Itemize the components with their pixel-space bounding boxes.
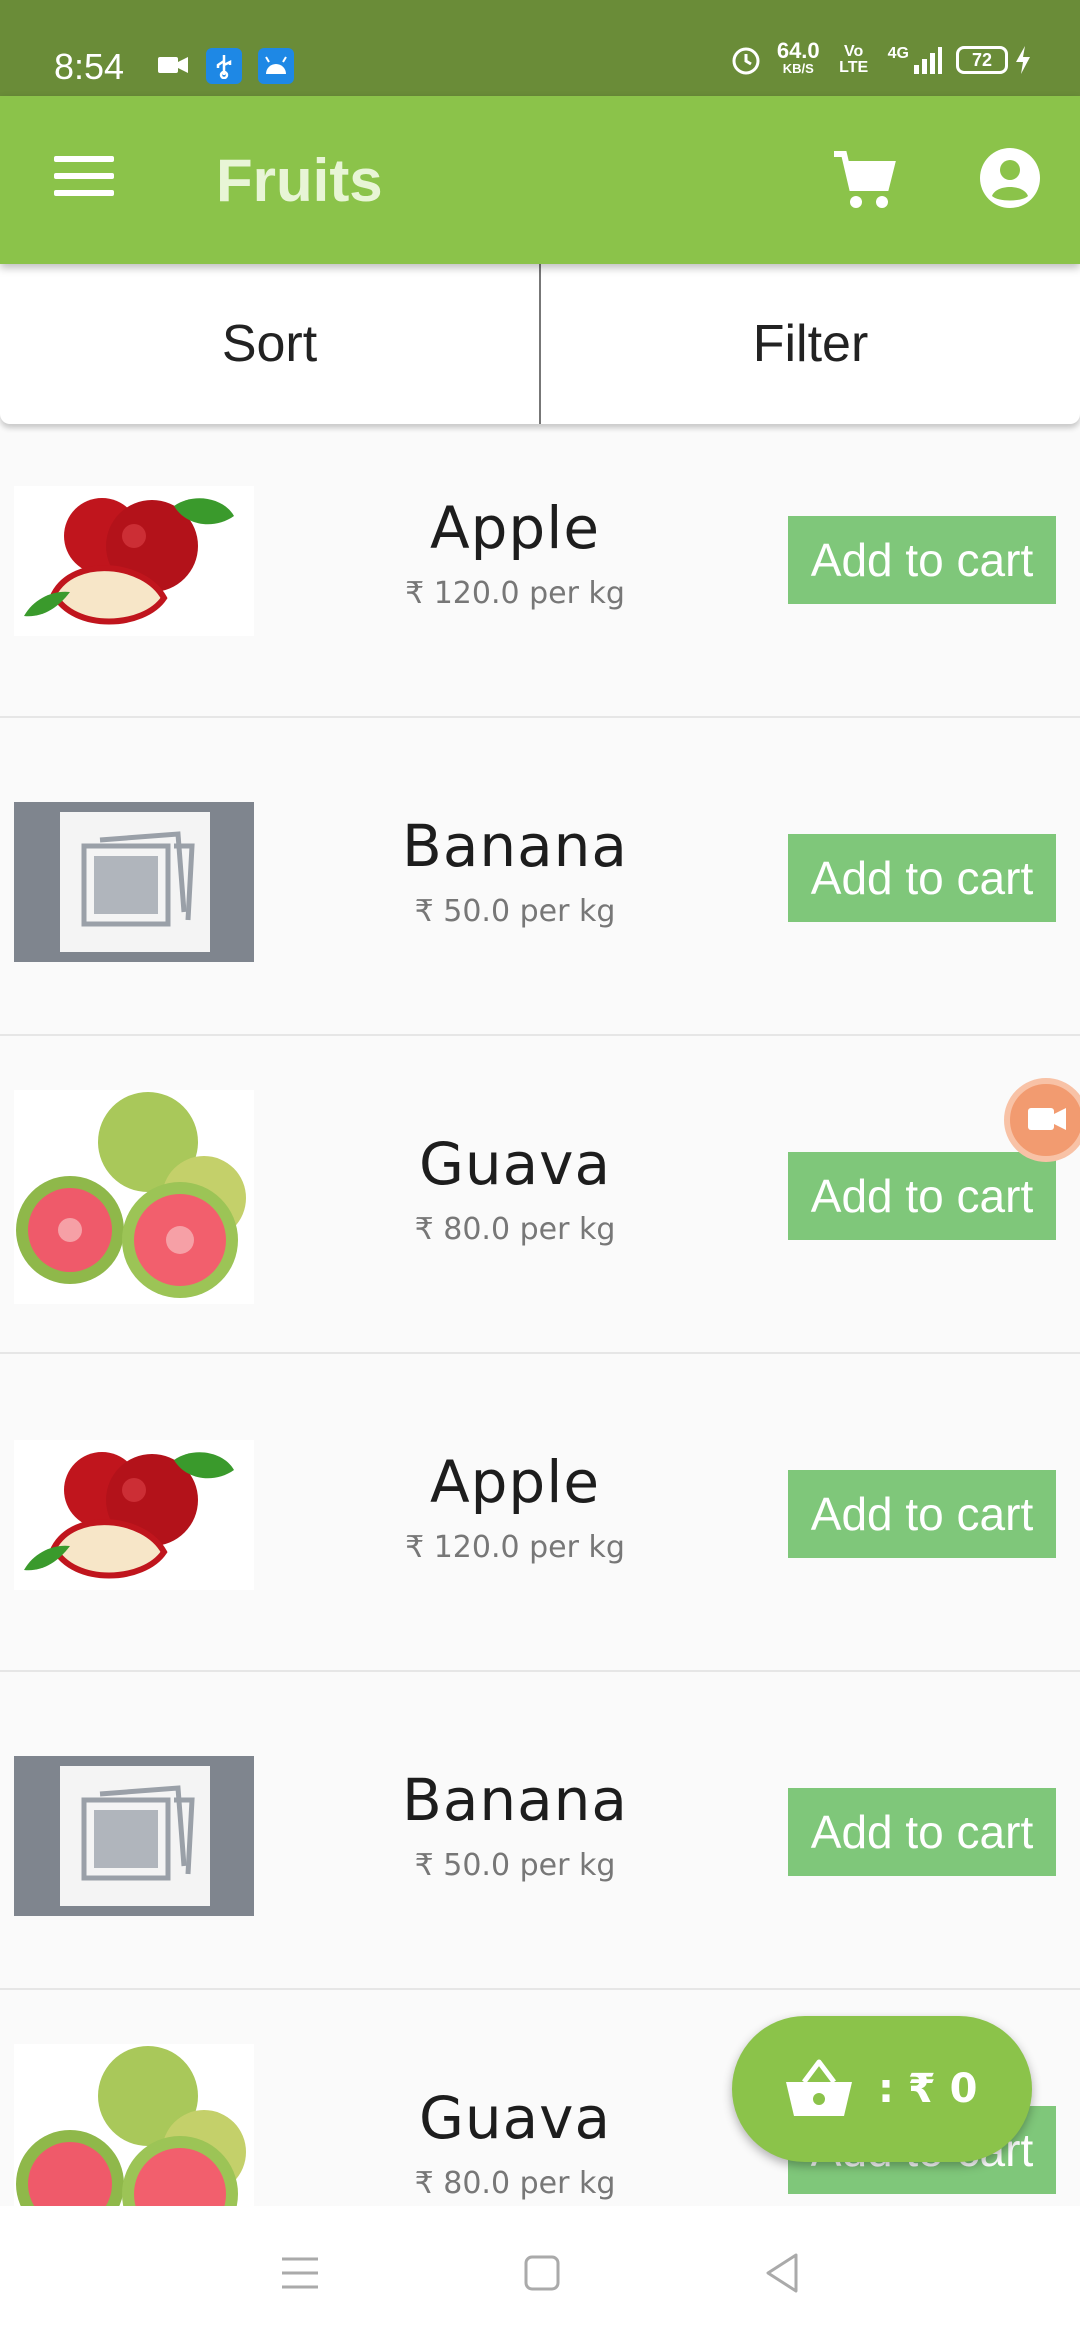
product-price: ₹ 50.0 per kg [414,894,616,929]
video-record-icon [1028,1108,1066,1130]
image-placeholder [14,802,254,962]
add-to-cart-button[interactable]: Add to cart [788,1470,1056,1558]
app-bar: Fruits [0,96,1080,264]
product-name: Guava [418,1130,612,1198]
charging-icon [1016,46,1030,74]
photo-placeholder-icon [81,831,195,927]
network-type: 4G [887,45,909,62]
hamburger-icon-bar [54,190,114,196]
product-price: ₹ 50.0 per kg [414,1848,616,1883]
net-speed: 64.0 KB/S [776,38,820,77]
filter-button[interactable]: Filter [541,264,1080,424]
back-icon[interactable] [762,2251,802,2295]
hamburger-icon-bar [54,156,114,162]
status-left-icons [156,48,294,84]
account-circle-icon [980,148,1040,208]
menu-button[interactable] [54,156,114,204]
product-name: Apple [429,1448,601,1516]
list-item: Apple ₹ 120.0 per kg Add to cart [0,1354,1080,1672]
battery-level: 72 [971,49,993,70]
page-title: Fruits [216,147,383,214]
usb-icon [206,48,242,84]
sort-filter-bar: Sort Filter [0,264,1080,424]
cart-button[interactable] [830,146,898,214]
account-button[interactable] [978,146,1042,210]
photo-placeholder-icon [81,1785,195,1881]
screen-recorder-bubble[interactable] [1004,1078,1080,1162]
system-nav-bar [0,2206,1080,2340]
product-list[interactable]: Apple ₹ 120.0 per kg Add to cart Banana … [0,424,1080,2206]
apple-image [14,486,254,636]
android-icon [258,48,294,84]
list-item: Banana ₹ 50.0 per kg Add to cart [0,718,1080,1036]
product-price: ₹ 80.0 per kg [414,2166,616,2201]
guava-image [14,1090,254,1304]
add-to-cart-button[interactable]: Add to cart [788,516,1056,604]
product-name: Apple [429,494,601,562]
product-info: Apple ₹ 120.0 per kg [330,1448,700,1565]
signal-icon [914,47,942,74]
apple-image [14,1440,254,1590]
status-bar: 8:54 64.0 KB/S Vo LTE 4G 72 [0,0,1080,96]
image-placeholder [14,1756,254,1916]
add-to-cart-button[interactable]: Add to cart [788,1788,1056,1876]
recent-apps-icon[interactable] [278,2253,322,2293]
product-info: Apple ₹ 120.0 per kg [330,494,700,611]
volte-label: Vo LTE [839,43,869,76]
list-item: Apple ₹ 120.0 per kg Add to cart [0,424,1080,718]
battery-icon: 72 [956,45,1032,75]
product-price: ₹ 80.0 per kg [414,1212,616,1247]
product-info: Guava ₹ 80.0 per kg [330,1130,700,1247]
product-info: Banana ₹ 50.0 per kg [330,812,700,929]
cart-icon [834,151,896,208]
guava-image [14,2044,254,2206]
cart-total-button[interactable]: : ₹ 0 [732,2016,1032,2162]
home-icon[interactable] [522,2253,562,2293]
alarm-icon [732,47,760,75]
sort-button[interactable]: Sort [0,264,539,424]
hamburger-icon-bar [54,173,114,179]
product-info: Guava ₹ 80.0 per kg [330,2084,700,2201]
status-time: 8:54 [54,46,125,87]
video-camera-icon [158,57,188,73]
list-item: Banana ₹ 50.0 per kg Add to cart [0,1672,1080,1990]
status-right-icons: 64.0 KB/S Vo LTE 4G 72 [729,38,1032,78]
product-price: ₹ 120.0 per kg [405,576,625,611]
signal-indicator: 4G [888,45,942,75]
cart-total-label: : ₹ 0 [878,2066,978,2112]
basket-icon [786,2059,852,2116]
product-name: Banana [402,1766,628,1834]
add-to-cart-button[interactable]: Add to cart [788,1152,1056,1240]
product-price: ₹ 120.0 per kg [405,1530,625,1565]
product-name: Banana [402,812,628,880]
add-to-cart-button[interactable]: Add to cart [788,834,1056,922]
product-name: Guava [418,2084,612,2152]
list-item: Guava ₹ 80.0 per kg Add to cart [0,1036,1080,1354]
product-info: Banana ₹ 50.0 per kg [330,1766,700,1883]
